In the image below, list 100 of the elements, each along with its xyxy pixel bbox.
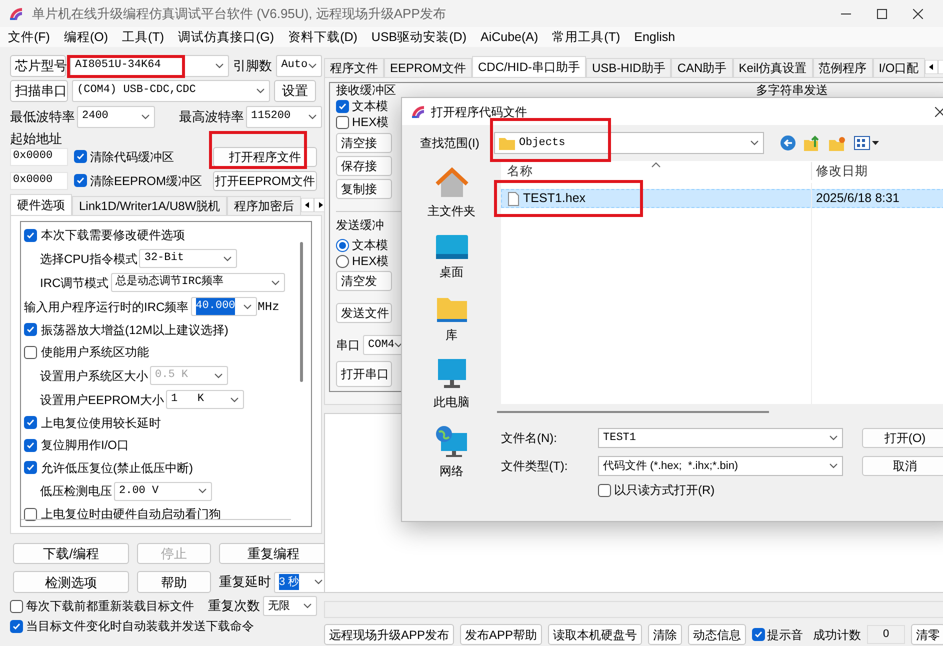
- place-item[interactable]: 主文件夹: [428, 167, 476, 220]
- dropdown[interactable]: 115200: [246, 106, 322, 128]
- checkbox[interactable]: [24, 346, 37, 359]
- tab[interactable]: 硬件选项: [10, 194, 72, 215]
- scroll-left-icon[interactable]: [301, 198, 314, 212]
- checkbox[interactable]: [10, 620, 23, 632]
- menu-item[interactable]: English: [634, 28, 676, 46]
- dropdown[interactable]: (COM4) USB-CDC,CDC: [72, 80, 270, 102]
- address-field[interactable]: 0x0000: [10, 172, 68, 190]
- dropdown[interactable]: 1 K: [166, 390, 244, 409]
- button[interactable]: 打开程序文件: [213, 146, 317, 166]
- checkbox[interactable]: [24, 508, 37, 521]
- button[interactable]: 发布APP帮助: [460, 624, 542, 645]
- filename-field[interactable]: TEST1: [598, 428, 843, 448]
- button[interactable]: 保存接: [336, 156, 392, 176]
- menu-item[interactable]: 资料下载(D): [288, 28, 358, 46]
- tab[interactable]: Link1D/Writer1A/U8W脱机: [72, 196, 228, 215]
- label: 清除代码缓冲区: [90, 148, 174, 166]
- column-header[interactable]: 名称: [501, 162, 811, 180]
- button[interactable]: 清空发: [336, 271, 392, 291]
- button[interactable]: 下载/编程: [13, 543, 129, 564]
- checkbox[interactable]: [74, 174, 87, 187]
- checkbox[interactable]: [24, 461, 37, 474]
- tab[interactable]: USB-HID助手: [586, 58, 672, 77]
- dropdown[interactable]: 总是动态调节IRC频率: [110, 273, 285, 292]
- tab[interactable]: Keil仿真设置: [732, 58, 813, 77]
- dropdown[interactable]: 无限: [263, 596, 317, 616]
- radio-button[interactable]: [336, 254, 349, 268]
- tab[interactable]: EEPROM文件: [384, 58, 472, 77]
- checkbox[interactable]: [24, 228, 37, 242]
- dropdown[interactable]: 32-Bit: [139, 249, 238, 268]
- close-icon[interactable]: [913, 8, 923, 18]
- tab[interactable]: I/O口配: [872, 58, 925, 77]
- button[interactable]: 动态信息: [688, 624, 746, 645]
- button[interactable]: 清空接: [336, 133, 392, 153]
- menu-item[interactable]: 编程(O): [64, 28, 108, 46]
- radio-button[interactable]: [336, 238, 349, 252]
- up-folder-icon[interactable]: [804, 135, 821, 151]
- check-icon: [26, 463, 35, 472]
- label: 提示音: [767, 626, 804, 644]
- menu-item[interactable]: USB驱动安装(D): [371, 28, 466, 46]
- look-in-dropdown[interactable]: Objects: [494, 132, 764, 154]
- button[interactable]: 远程现场升级APP发布: [324, 624, 454, 645]
- dropdown[interactable]: COM4: [363, 335, 403, 355]
- menu-item[interactable]: 工具(T): [122, 28, 164, 46]
- checkbox[interactable]: [10, 600, 23, 612]
- button[interactable]: 打开串口: [336, 361, 392, 387]
- checkbox[interactable]: [74, 150, 87, 163]
- menu-item[interactable]: 常用工具(T): [552, 28, 620, 46]
- menu-item[interactable]: 文件(F): [8, 28, 50, 46]
- place-item[interactable]: 桌面: [434, 234, 468, 281]
- place-item[interactable]: 此电脑: [434, 358, 470, 411]
- filetype-dropdown[interactable]: 代码文件 (*.hex; *.ihx;*.bin): [598, 456, 843, 476]
- menu-item[interactable]: AiCube(A): [480, 28, 538, 46]
- tab[interactable]: CDC/HID-串口助手: [472, 56, 586, 77]
- dropdown[interactable]: 40.000: [190, 297, 257, 316]
- tab[interactable]: 程序文件: [324, 58, 384, 77]
- place-item[interactable]: 库: [436, 295, 468, 344]
- button[interactable]: 芯片型号: [10, 54, 66, 76]
- button[interactable]: 打开EEPROM文件: [213, 170, 317, 190]
- place-item[interactable]: 网络: [434, 425, 468, 480]
- check-icon: [338, 102, 347, 110]
- checkbox[interactable]: [752, 628, 766, 641]
- address-field[interactable]: 0x0000: [10, 148, 68, 166]
- maximize-icon[interactable]: [877, 8, 887, 18]
- button[interactable]: 检测选项: [13, 571, 129, 593]
- checkbox[interactable]: [336, 100, 349, 112]
- horizontal-scrollbar[interactable]: [497, 411, 769, 413]
- checkbox[interactable]: [24, 438, 37, 452]
- checkbox[interactable]: [24, 323, 37, 336]
- checkbox[interactable]: [336, 116, 349, 128]
- checkbox[interactable]: [598, 484, 611, 496]
- label: 每次下载前都重新装载目标文件: [26, 598, 194, 615]
- button[interactable]: 设置: [274, 80, 316, 102]
- tab[interactable]: 范例程序: [812, 58, 873, 77]
- column-header[interactable]: 修改日期: [811, 162, 868, 180]
- cancel-button[interactable]: 取消: [862, 456, 943, 476]
- view-menu-icon[interactable]: [854, 136, 880, 150]
- menu-item[interactable]: 调试仿真接口(G): [178, 28, 274, 46]
- dropdown[interactable]: Auto: [276, 54, 322, 76]
- dropdown[interactable]: 2400: [77, 106, 155, 128]
- button[interactable]: 清除: [648, 624, 682, 645]
- new-folder-icon[interactable]: [829, 136, 846, 150]
- button[interactable]: 帮助: [137, 571, 211, 593]
- close-icon[interactable]: [935, 107, 943, 117]
- dropdown[interactable]: 2.00 V: [114, 482, 212, 500]
- tab[interactable]: 程序加密后: [227, 196, 302, 215]
- file-row[interactable]: TEST1.hex 2025/6/18 8:31: [501, 189, 943, 208]
- button[interactable]: 扫描串口: [10, 80, 68, 102]
- label: 重复次数: [208, 597, 260, 616]
- button[interactable]: 读取本机硬盘号: [548, 624, 642, 645]
- tab[interactable]: CAN助手: [671, 58, 733, 77]
- button[interactable]: 发送文件: [336, 303, 392, 323]
- open-button[interactable]: 打开(O): [862, 428, 943, 448]
- scrollbar-thumb[interactable]: [300, 242, 303, 382]
- button[interactable]: 清零: [911, 624, 943, 645]
- button[interactable]: 复制接: [336, 179, 392, 199]
- checkbox[interactable]: [24, 416, 37, 430]
- back-icon[interactable]: [780, 135, 796, 151]
- label: 最低波特率: [10, 108, 75, 126]
